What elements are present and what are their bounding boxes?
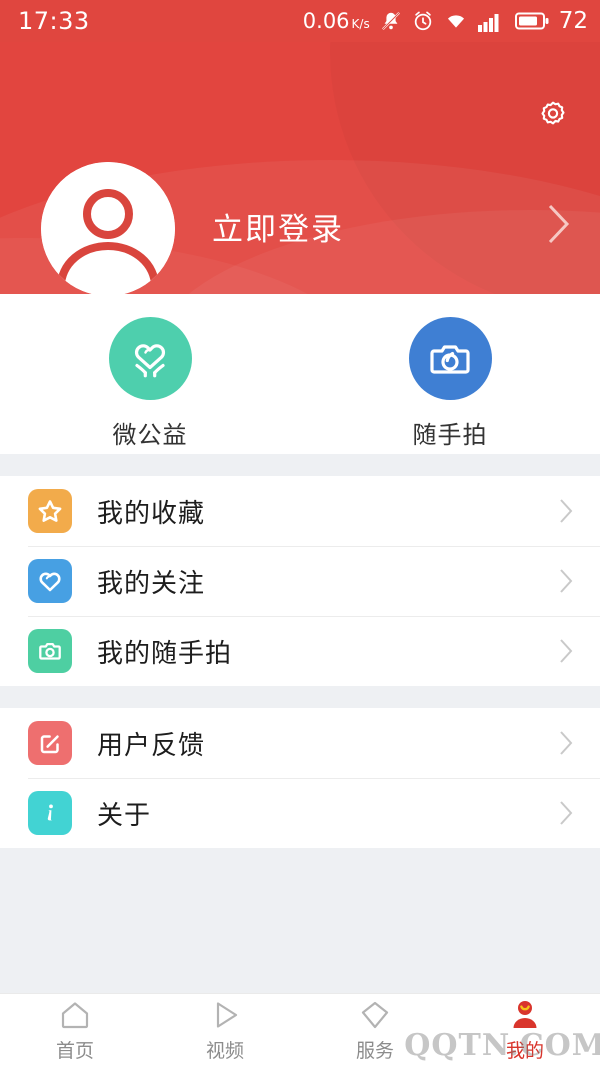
gear-icon[interactable] — [536, 99, 570, 133]
chevron-right-icon — [559, 498, 574, 524]
status-bar-icons: 0.06 K/s 72 — [303, 8, 588, 34]
chevron-right-icon — [559, 568, 574, 594]
play-triangle-icon — [208, 998, 242, 1032]
shortcut-label: 随手拍 — [412, 421, 488, 449]
app-root: 17:33 0.06 K/s 72 立即登录 微公益 随手拍 我的收藏 我的关注… — [0, 0, 600, 1067]
tab-home[interactable]: 首页 — [0, 994, 150, 1067]
chevron-right-icon — [559, 638, 574, 664]
network-speed-value: 0.06 — [302, 9, 350, 33]
list-item-label: 我的关注 — [97, 568, 206, 599]
tab-label: 首页 — [55, 1040, 94, 1062]
menu-group-personal: 我的收藏 我的关注 我的随手拍 — [0, 476, 600, 686]
bottom-navigation-bar: 首页 视频 服务 我的 QQTN.COM — [0, 993, 600, 1067]
shortcut-label: 微公益 — [112, 421, 188, 449]
chevron-right-icon — [559, 800, 574, 826]
shortcut-row: 微公益 随手拍 — [0, 294, 600, 454]
list-item-my-follows[interactable]: 我的关注 — [0, 546, 600, 616]
camera-icon — [408, 317, 492, 400]
list-item-my-favorites[interactable]: 我的收藏 — [0, 476, 600, 546]
mute-bell-icon — [380, 10, 402, 32]
tab-mine[interactable]: 我的 — [450, 994, 600, 1067]
login-label[interactable]: 立即登录 — [212, 204, 344, 249]
network-speed-indicator: 0.06 K/s — [303, 9, 370, 33]
edit-feedback-icon — [28, 721, 72, 765]
list-item-label: 用户反馈 — [97, 730, 206, 761]
star-icon — [28, 489, 72, 533]
list-item-user-feedback[interactable]: 用户反馈 — [0, 708, 600, 778]
list-item-label: 我的收藏 — [97, 498, 206, 529]
profile-header: 立即登录 — [0, 42, 600, 294]
tab-label: 我的 — [505, 1040, 544, 1062]
network-speed-unit: K/s — [351, 17, 370, 31]
person-icon — [508, 998, 542, 1032]
shortcut-item-suishoupai[interactable]: 随手拍 — [300, 317, 600, 450]
camera-icon — [28, 629, 72, 673]
list-item-label: 关于 — [97, 800, 152, 831]
battery-percentage: 72 — [558, 8, 588, 34]
home-icon — [58, 998, 92, 1032]
diamond-icon — [358, 998, 392, 1032]
heart-in-hands-icon — [108, 317, 192, 400]
page-background-filler — [0, 869, 600, 993]
avatar[interactable] — [41, 162, 175, 294]
list-item-label: 我的随手拍 — [97, 638, 233, 669]
alarm-clock-icon — [412, 10, 434, 32]
chevron-right-icon — [559, 730, 574, 756]
chevron-right-icon[interactable] — [546, 202, 572, 246]
list-item-my-photos[interactable]: 我的随手拍 — [0, 616, 600, 686]
section-divider — [0, 454, 600, 476]
tab-label: 视频 — [205, 1040, 244, 1062]
shortcut-item-weigongyi[interactable]: 微公益 — [0, 317, 300, 450]
info-icon — [28, 791, 72, 835]
signal-bars-icon — [477, 10, 505, 32]
heart-icon — [28, 559, 72, 603]
tab-video[interactable]: 视频 — [150, 994, 300, 1067]
status-bar-time: 17:33 — [18, 7, 90, 35]
status-bar: 17:33 0.06 K/s 72 — [0, 0, 600, 42]
list-item-about[interactable]: 关于 — [0, 778, 600, 848]
wifi-icon — [444, 10, 468, 32]
tab-service[interactable]: 服务 — [300, 994, 450, 1067]
tab-label: 服务 — [355, 1040, 394, 1062]
battery-icon — [514, 11, 549, 31]
menu-group-support: 用户反馈 关于 — [0, 708, 600, 848]
section-divider — [0, 686, 600, 708]
